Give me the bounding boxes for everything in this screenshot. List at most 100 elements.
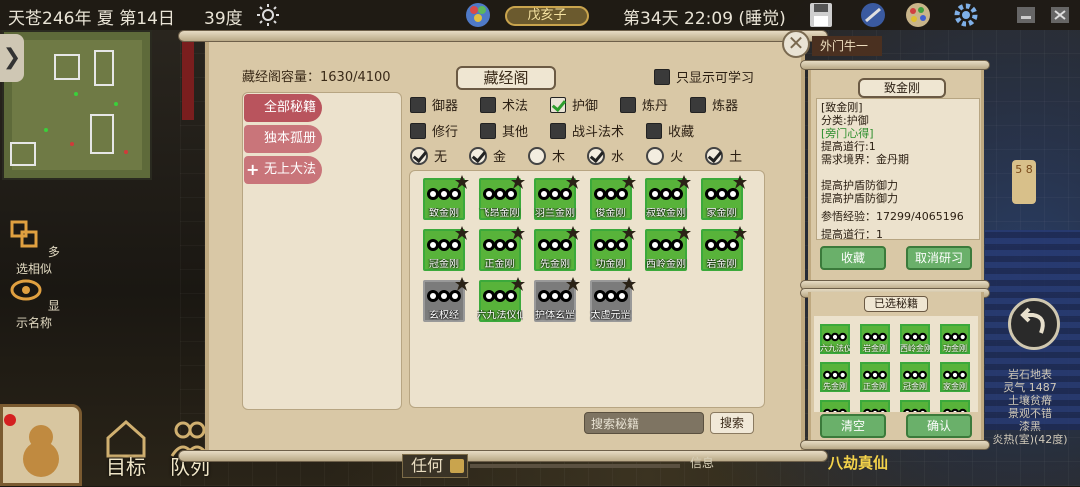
book-name: 寂致金刚 bbox=[646, 208, 686, 219]
radio-checked-icon bbox=[410, 146, 428, 165]
filter-qita[interactable]: 其他 bbox=[480, 121, 528, 140]
book-card[interactable]: 家金刚 bbox=[700, 175, 747, 220]
info-label[interactable]: 信息 bbox=[690, 454, 714, 471]
tile-info-line: 漆黑 bbox=[1019, 420, 1041, 433]
selected-book-card[interactable]: 功金刚 bbox=[940, 324, 970, 354]
filter-dropdown[interactable]: 任何 bbox=[402, 454, 468, 478]
library-capacity: 藏经阁容量：1630/4100 bbox=[242, 70, 391, 85]
selected-book-card[interactable]: 六九法仪仙体 bbox=[820, 324, 850, 354]
radio-checked-icon bbox=[705, 146, 724, 165]
tab-unique-books[interactable]: 独本孤册 bbox=[244, 125, 322, 153]
star-icon bbox=[566, 225, 580, 240]
minimap-dot bbox=[124, 150, 128, 154]
dropdown-value: 任何 bbox=[411, 456, 444, 475]
collect-button[interactable]: 收藏 bbox=[820, 246, 886, 270]
show-names-button[interactable]: 显示名称 bbox=[4, 272, 64, 331]
selected-book-card[interactable]: 家金刚 bbox=[940, 362, 970, 392]
book-card[interactable]: 六九法仪仙体 bbox=[477, 277, 525, 322]
book-card[interactable]: 玄权经 bbox=[423, 277, 469, 322]
filter-element-water[interactable]: 水 bbox=[587, 146, 624, 165]
filter-liandan[interactable]: 炼丹 bbox=[620, 95, 668, 114]
selected-book-card[interactable]: 飞昂金刚 bbox=[940, 400, 970, 412]
star-icon bbox=[677, 174, 691, 189]
tile-info-line: 岩石地表 bbox=[1008, 368, 1052, 381]
radio-checked-icon bbox=[469, 146, 488, 165]
filter-shufa[interactable]: 术法 bbox=[480, 95, 528, 114]
clear-button[interactable]: 清空 bbox=[820, 414, 886, 438]
book-card[interactable]: 西岭金刚 bbox=[645, 226, 691, 271]
selected-book-name: 六九法仪仙体 bbox=[820, 344, 850, 353]
gear-icon[interactable] bbox=[951, 1, 981, 29]
selected-book-card[interactable]: 俊金刚 bbox=[860, 400, 890, 412]
close-icon[interactable]: ✕ bbox=[782, 30, 810, 58]
filter-element-fire[interactable]: 火 bbox=[646, 146, 683, 165]
filter-element-earth[interactable]: 土 bbox=[705, 146, 742, 165]
minimap-toggle-button[interactable]: ❯ bbox=[0, 34, 24, 82]
book-card[interactable]: 功金刚 bbox=[589, 226, 636, 271]
cancel-research-button[interactable]: 取消研习 bbox=[906, 246, 972, 270]
book-card[interactable]: 太虚元罡 bbox=[589, 277, 636, 322]
selected-book-card[interactable]: 正金刚 bbox=[860, 362, 890, 392]
close-game-icon[interactable] bbox=[1048, 1, 1072, 29]
filter-element-wood[interactable]: 木 bbox=[528, 146, 565, 165]
selected-book-name: 岩金刚 bbox=[863, 344, 887, 353]
search-input[interactable]: 搜索秘籍 bbox=[584, 412, 704, 434]
book-card[interactable]: 羽兰金刚 bbox=[534, 175, 580, 220]
filter-lianqi[interactable]: 炼器 bbox=[690, 95, 738, 114]
checkbox-icon bbox=[480, 122, 497, 139]
selected-book-card[interactable]: 冠金刚 bbox=[900, 362, 930, 392]
target-button[interactable]: 目标 bbox=[96, 418, 156, 480]
checkbox-icon bbox=[410, 96, 426, 113]
book-card[interactable]: 岩金刚 bbox=[700, 226, 747, 271]
book-face-icon bbox=[863, 329, 887, 343]
confirm-button[interactable]: 确认 bbox=[906, 414, 972, 438]
radio-icon bbox=[528, 146, 547, 165]
bottom-slider[interactable] bbox=[470, 464, 680, 468]
selected-book-card[interactable]: 西岭金刚 bbox=[900, 324, 930, 354]
book-name: 先金刚 bbox=[540, 259, 570, 270]
multi-select-button[interactable]: 多选相似 bbox=[4, 218, 64, 277]
minimap[interactable] bbox=[2, 30, 152, 180]
star-icon bbox=[621, 276, 636, 291]
book-face-icon bbox=[863, 367, 887, 381]
book-card[interactable]: 寂致金刚 bbox=[645, 175, 691, 220]
checkbox-icon bbox=[550, 122, 567, 139]
filter-yuqi[interactable]: 御器 bbox=[410, 95, 458, 114]
save-icon[interactable] bbox=[806, 1, 836, 29]
filter-huyu[interactable]: 护御 bbox=[550, 95, 598, 114]
selected-book-card[interactable]: 岩金刚 bbox=[860, 324, 890, 354]
book-name: 羽兰金刚 bbox=[535, 208, 575, 219]
filter-zhandou[interactable]: 战斗法术 bbox=[550, 121, 624, 140]
detail-description[interactable]: [致金刚] 分类:护御 [旁门心得] 提高道行:1 需求境界：金丹期 提高护盾防… bbox=[816, 98, 980, 240]
detail-line: 提高道行:1 bbox=[821, 140, 876, 153]
search-button[interactable]: 搜索 bbox=[710, 412, 754, 434]
palette-icon[interactable] bbox=[903, 1, 933, 29]
book-card[interactable]: 俊金刚 bbox=[589, 175, 636, 220]
minimize-icon[interactable] bbox=[1014, 1, 1038, 29]
filter-label: 战斗法术 bbox=[572, 125, 625, 140]
learnable-only-checkbox[interactable]: 只显示可学习 bbox=[654, 67, 754, 86]
checkbox-checked-icon bbox=[550, 96, 567, 113]
book-card[interactable]: 护体玄罡 bbox=[534, 277, 580, 322]
multi-select-icon bbox=[10, 220, 38, 248]
filter-element-none[interactable]: 无 bbox=[410, 146, 447, 165]
tab-all-books[interactable]: 全部秘籍 bbox=[244, 94, 322, 122]
filter-label: 其他 bbox=[502, 125, 529, 140]
book-name: 致金刚 bbox=[429, 208, 459, 219]
floor-badge[interactable]: 5 8 bbox=[1012, 160, 1036, 204]
book-card[interactable]: 先金刚 bbox=[534, 226, 580, 271]
book-card[interactable]: 冠金刚 bbox=[423, 226, 469, 271]
selected-book-card[interactable]: 羽兰金刚 bbox=[900, 400, 930, 412]
feather-icon[interactable] bbox=[858, 1, 888, 29]
selected-book-name: 先金刚 bbox=[823, 382, 847, 391]
detail-line: 需求境界：金丹期 bbox=[821, 153, 909, 166]
filter-shoucang[interactable]: 收藏 bbox=[646, 121, 694, 140]
back-button[interactable] bbox=[1008, 298, 1060, 350]
filter-element-metal[interactable]: 金 bbox=[469, 146, 506, 165]
book-card[interactable]: 飞昂金刚 bbox=[478, 175, 525, 220]
book-card[interactable]: 正金刚 bbox=[478, 226, 525, 271]
filter-xiuxing[interactable]: 修行 bbox=[410, 121, 458, 140]
selected-book-card[interactable]: 寂致金刚 bbox=[820, 400, 850, 412]
selected-book-card[interactable]: 先金刚 bbox=[820, 362, 850, 392]
book-card[interactable]: 致金刚 bbox=[423, 175, 469, 220]
